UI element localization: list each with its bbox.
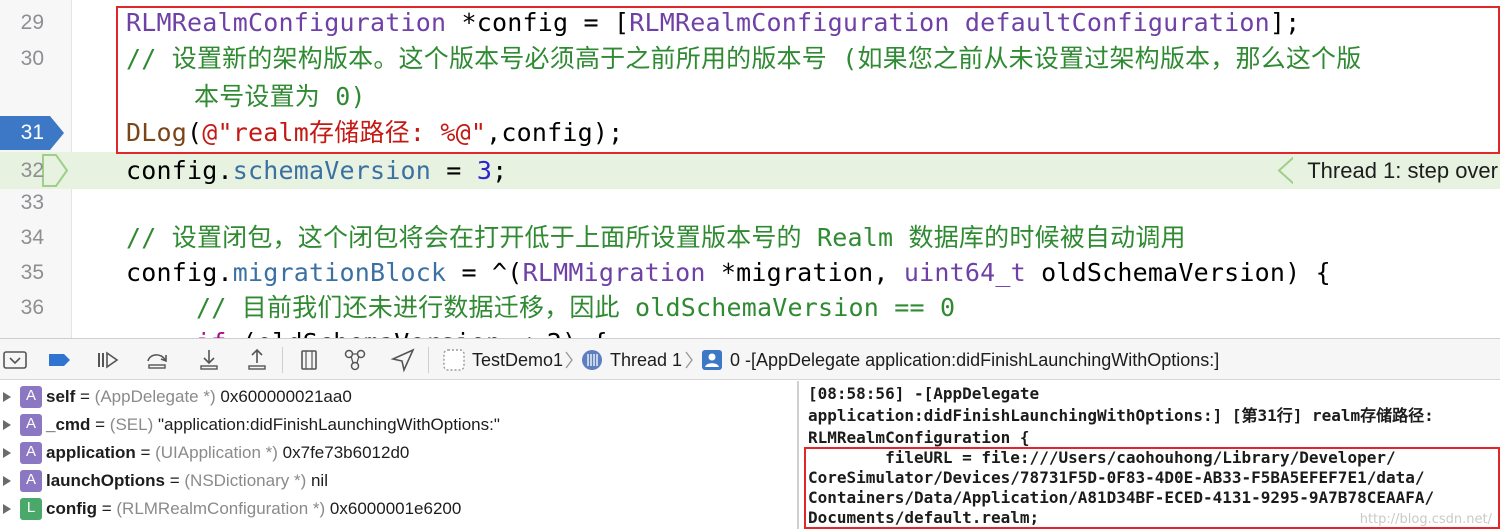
code-line-34[interactable]: 34 // 设置闭包，这个闭包将会在打开低于上面所设置版本号的 Realm 数据… [0, 219, 1500, 256]
code-text: DLog(@"realm存储路径: %@",config); [126, 118, 624, 147]
line-number: 29 [20, 11, 44, 34]
variable-row[interactable]: L config = (RLMRealmConfiguration *) 0x6… [0, 495, 797, 523]
console-line: fileURL = file:///Users/caohouhong/Libra… [808, 448, 1396, 467]
console-line: [08:58:56] -[AppDelegate [808, 384, 1040, 403]
line-number: 34 [20, 226, 44, 249]
line-number: 30 [20, 47, 44, 70]
line-number: 33 [20, 191, 44, 214]
code-line-31[interactable]: 31 DLog(@"realm存储路径: %@",config); [0, 114, 1500, 151]
variables-view: A self = (AppDelegate *) 0x600000021aa0 … [0, 381, 797, 529]
code-line-36[interactable]: 36 // 目前我们还未进行数据迁移，因此 oldSchemaVersion =… [0, 289, 1500, 326]
code-line-33[interactable]: 33 [0, 184, 1500, 221]
argument-badge: A [20, 442, 42, 464]
thread-icon [582, 350, 602, 370]
stack-frame-icon [702, 350, 722, 370]
watermark: http://blog.csdn.net/ [1359, 512, 1492, 527]
breadcrumb-target[interactable]: TestDemo1 [472, 339, 563, 381]
code-text: config.migrationBlock = ^(RLMMigration *… [126, 258, 1331, 287]
code-text: RLMRealmConfiguration *config = [RLMReal… [126, 8, 1301, 37]
variable-row[interactable]: A application = (UIApplication *) 0x7fe7… [0, 439, 797, 467]
breakpoints-toggle-icon[interactable] [46, 347, 72, 373]
code-line-30[interactable]: 30 // 设置新的架构版本。这个版本号必须高于之前所用的版本号 (如果您之前从… [0, 40, 1500, 77]
simulate-location-icon[interactable] [390, 347, 416, 373]
debug-toolbar: TestDemo1 Thread 1 0 -[AppDelegate appli… [0, 338, 1500, 380]
disclosure-triangle-icon[interactable] [2, 447, 12, 459]
console-line: CoreSimulator/Devices/78731F5D-0F83-4D0E… [808, 468, 1425, 487]
code-comment: 本号设置为 0) [194, 82, 366, 111]
line-number: 31 [20, 121, 44, 144]
disclosure-triangle-icon[interactable] [2, 475, 12, 487]
local-variable-badge: L [20, 498, 42, 520]
disclosure-triangle-icon[interactable] [2, 503, 12, 515]
variable-row[interactable]: A launchOptions = (NSDictionary *) nil [0, 467, 797, 495]
step-into-icon[interactable] [196, 347, 222, 373]
console-output[interactable]: [08:58:56] -[AppDelegate application:did… [799, 381, 1500, 529]
variable-value: 0x6000001e6200 [329, 499, 462, 518]
argument-badge: A [20, 414, 42, 436]
variable-value: 0x600000021aa0 [220, 387, 352, 406]
argument-badge: A [20, 386, 42, 408]
console-line: RLMRealmConfiguration { [808, 428, 1030, 447]
code-comment: // 目前我们还未进行数据迁移，因此 oldSchemaVersion == 0 [196, 293, 956, 322]
memory-graph-icon[interactable] [342, 347, 368, 373]
code-line-37[interactable]: if (oldSchemaVersion < 2) { [0, 324, 1500, 338]
variable-type: (SEL) [109, 415, 154, 434]
app-target-icon [443, 349, 465, 371]
variable-value: nil [310, 471, 328, 490]
line-number: 35 [20, 261, 44, 284]
variable-name: launchOptions [46, 471, 165, 490]
variable-value: 0x7fe73b6012d0 [282, 443, 410, 462]
code-editor[interactable]: 29 RLMRealmConfiguration *config = [RLMR… [0, 0, 1500, 338]
variable-name: _cmd [46, 415, 91, 434]
step-over-icon[interactable] [144, 347, 170, 373]
view-debugger-icon[interactable] [296, 347, 322, 373]
code-line-35[interactable]: 35 config.migrationBlock = ^(RLMMigratio… [0, 254, 1500, 291]
breadcrumb-thread[interactable]: Thread 1 [610, 339, 682, 381]
variable-type: (UIApplication *) [155, 443, 278, 462]
console-line: application:didFinishLaunchingWithOption… [808, 406, 1434, 425]
chevron-right-icon [685, 351, 693, 369]
chevron-right-icon [565, 351, 573, 369]
variable-name: application [46, 443, 136, 462]
code-line-30-wrap[interactable]: 本号设置为 0) [0, 78, 1500, 115]
variable-name: config [46, 499, 97, 518]
code-comment: // 设置新的架构版本。这个版本号必须高于之前所用的版本号 (如果您之前从未设置… [126, 44, 1362, 73]
line-number: 36 [20, 296, 44, 319]
disclosure-triangle-icon[interactable] [2, 391, 12, 403]
disclosure-triangle-icon[interactable] [2, 419, 12, 431]
code-comment: // 设置闭包，这个闭包将会在打开低于上面所设置版本号的 Realm 数据库的时… [126, 223, 1186, 252]
variable-row[interactable]: A self = (AppDelegate *) 0x600000021aa0 [0, 383, 797, 411]
hide-debug-area-icon[interactable] [2, 347, 28, 373]
argument-badge: A [20, 470, 42, 492]
continue-icon[interactable] [94, 347, 120, 373]
variable-type: (NSDictionary *) [184, 471, 307, 490]
variable-type: (RLMRealmConfiguration *) [116, 499, 326, 518]
step-out-icon[interactable] [244, 347, 270, 373]
console-line: Documents/default.realm; [808, 508, 1040, 527]
variable-name: self [46, 387, 76, 406]
variable-value: "application:didFinishLaunchingWithOptio… [158, 415, 500, 434]
variable-type: (AppDelegate *) [94, 387, 216, 406]
console-line: Containers/Data/Application/A81D34BF-ECE… [808, 488, 1435, 507]
variable-row[interactable]: A _cmd = (SEL) "application:didFinishLau… [0, 411, 797, 439]
code-line-29[interactable]: 29 RLMRealmConfiguration *config = [RLMR… [0, 4, 1500, 41]
breadcrumb-frame[interactable]: 0 -[AppDelegate application:didFinishLau… [730, 339, 1219, 381]
code-text: if (oldSchemaVersion < 2) { [196, 324, 608, 338]
